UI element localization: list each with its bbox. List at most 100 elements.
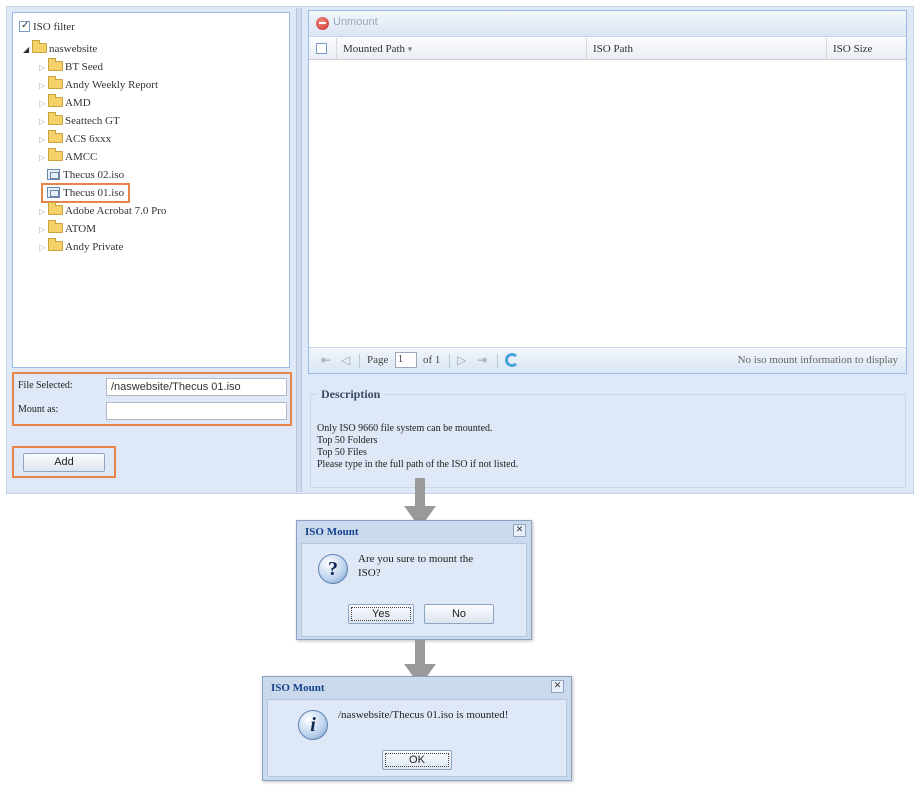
select-all-checkbox[interactable]: [316, 43, 327, 54]
pager-separator: [449, 354, 450, 368]
pager-separator: [497, 354, 498, 368]
iso-left-panel: ISO filter ◢ naswebsite ▷ BT Seed ▷ Andy We…: [8, 8, 292, 492]
last-page-icon[interactable]: ⇥: [477, 353, 487, 367]
tree-item-label: AMD: [65, 97, 91, 109]
description-line: Only ISO 9660 file system can be mounted…: [317, 423, 493, 434]
tree-item-label: Adobe Acrobat 7.0 Pro: [65, 205, 167, 217]
column-iso-path[interactable]: ISO Path: [587, 38, 827, 60]
close-icon[interactable]: ✕: [551, 680, 564, 693]
confirm-message-line1: Are you sure to mount the: [358, 553, 474, 565]
confirm-message-line2: ISO?: [358, 567, 381, 579]
tree-item-label: Andy Weekly Report: [65, 79, 159, 91]
tree-item-label: AMCC: [65, 151, 98, 163]
tree-item-naswebsite[interactable]: ◢ naswebsite: [23, 40, 98, 58]
tree-item-thecus-01-iso[interactable]: Thecus 01.iso: [40, 183, 131, 203]
mount-result-dialog: ISO Mount ✕ i /naswebsite/Thecus 01.iso …: [262, 676, 572, 781]
folder-icon: [48, 94, 63, 107]
close-icon[interactable]: ✕: [513, 524, 526, 537]
tree-item-label: Seattech GT: [65, 115, 120, 127]
tree-item-seattech-gt[interactable]: ▷ Seattech GT: [39, 112, 120, 130]
select-all-cell[interactable]: [309, 38, 337, 60]
folder-icon: [48, 58, 63, 71]
tree-root-iso-filter[interactable]: ISO filter: [19, 18, 75, 35]
tree-item-label: ATOM: [65, 223, 96, 235]
iso-folder-tree: ISO filter ◢ naswebsite ▷ BT Seed ▷ Andy We…: [12, 12, 290, 368]
description-line: Top 50 Folders: [317, 435, 378, 446]
tree-item-andy-private[interactable]: ▷ Andy Private: [39, 238, 123, 256]
prev-page-icon[interactable]: ◁: [341, 353, 350, 367]
expand-arrow-icon[interactable]: ▷: [39, 222, 48, 238]
tree-item-thecus-02-iso[interactable]: Thecus 02.iso: [47, 167, 124, 183]
no-button[interactable]: No: [424, 604, 494, 624]
folder-icon: [48, 76, 63, 89]
expand-arrow-icon[interactable]: ▷: [39, 132, 48, 148]
expand-arrow-icon[interactable]: ▷: [39, 96, 48, 112]
tree-item-label: BT Seed: [65, 61, 103, 73]
file-selected-field[interactable]: /naswebsite/Thecus 01.iso: [106, 378, 287, 396]
add-button-highlight: Add: [12, 446, 116, 478]
yes-button[interactable]: Yes: [348, 604, 414, 624]
expand-arrow-icon[interactable]: ▷: [39, 114, 48, 130]
iso-file-icon: [47, 187, 60, 198]
refresh-icon[interactable]: [505, 353, 519, 367]
iso-filter-checkbox[interactable]: [19, 18, 30, 34]
description-panel: Description Only ISO 9660 file system ca…: [310, 387, 906, 488]
panel-splitter[interactable]: [296, 8, 302, 492]
expand-arrow-icon[interactable]: ◢: [23, 42, 32, 58]
flow-arrow-shaft: [415, 478, 425, 508]
ok-button[interactable]: OK: [382, 750, 452, 770]
tree-item-acs-6xxx[interactable]: ▷ ACS 6xxx: [39, 130, 112, 148]
expand-arrow-icon[interactable]: ▷: [39, 150, 48, 166]
tree-root-label: ISO filter: [33, 21, 75, 33]
expand-arrow-icon[interactable]: ▷: [39, 60, 48, 76]
folder-icon: [48, 112, 63, 125]
tree-item-amcc[interactable]: ▷ AMCC: [39, 148, 98, 166]
folder-icon: [48, 130, 63, 143]
tree-item-andy-weekly-report[interactable]: ▷ Andy Weekly Report: [39, 76, 159, 94]
pager-separator: [359, 354, 360, 368]
page-number-input[interactable]: 1: [395, 352, 417, 368]
column-mounted-path[interactable]: Mounted Path ▾: [337, 38, 587, 60]
unmount-button[interactable]: Unmount: [333, 16, 378, 28]
sort-desc-icon: ▾: [407, 45, 413, 55]
folder-icon: [48, 148, 63, 161]
iso-file-icon: [47, 169, 60, 180]
tree-item-bt-seed[interactable]: ▷ BT Seed: [39, 58, 103, 76]
next-page-icon[interactable]: ▷: [457, 353, 466, 367]
tree-item-label: Thecus 02.iso: [63, 169, 125, 181]
tree-item-amd[interactable]: ▷ AMD: [39, 94, 91, 112]
tree-item-label: ACS 6xxx: [65, 133, 112, 145]
page-count: of 1: [423, 354, 441, 366]
tree-item-label: Thecus 01.iso: [63, 187, 125, 199]
page-label: Page: [367, 354, 389, 366]
dialog-body: i /naswebsite/Thecus 01.iso is mounted! …: [267, 699, 567, 777]
mounted-iso-grid: Unmount Mounted Path ▾ ISO Path ISO Size…: [308, 10, 907, 374]
folder-icon: [48, 220, 63, 233]
grid-toolbar: Unmount: [309, 11, 906, 37]
mount-as-label: Mount as:: [18, 404, 59, 415]
folder-icon: [48, 202, 63, 215]
expand-arrow-icon[interactable]: ▷: [39, 204, 48, 220]
add-button[interactable]: Add: [23, 453, 105, 472]
mount-as-field[interactable]: [106, 402, 287, 420]
description-title: Description: [317, 387, 385, 402]
expand-arrow-icon[interactable]: ▷: [39, 240, 48, 256]
pager-status: No iso mount information to display: [737, 354, 898, 366]
tree-item-label: naswebsite: [49, 43, 98, 55]
question-icon: ?: [318, 554, 348, 584]
column-label: ISO Path: [593, 43, 634, 55]
column-label: Mounted Path: [343, 43, 406, 55]
dialog-title: ISO Mount: [305, 526, 359, 538]
dialog-title: ISO Mount: [271, 682, 325, 694]
description-line: Top 50 Files: [317, 447, 367, 458]
first-page-icon[interactable]: ⇤: [321, 353, 331, 367]
column-iso-size[interactable]: ISO Size: [827, 38, 906, 60]
tree-item-atom[interactable]: ▷ ATOM: [39, 220, 96, 238]
column-label: ISO Size: [833, 43, 873, 55]
grid-pager: ⇤ ◁ Page 1 of 1 ▷ ⇥ No iso mount informa…: [309, 347, 906, 373]
expand-arrow-icon[interactable]: ▷: [39, 78, 48, 94]
tree-item-adobe-acrobat[interactable]: ▷ Adobe Acrobat 7.0 Pro: [39, 202, 167, 220]
result-message: /naswebsite/Thecus 01.iso is mounted!: [338, 709, 509, 721]
info-icon: i: [298, 710, 328, 740]
description-line: Please type in the full path of the ISO …: [317, 459, 519, 470]
